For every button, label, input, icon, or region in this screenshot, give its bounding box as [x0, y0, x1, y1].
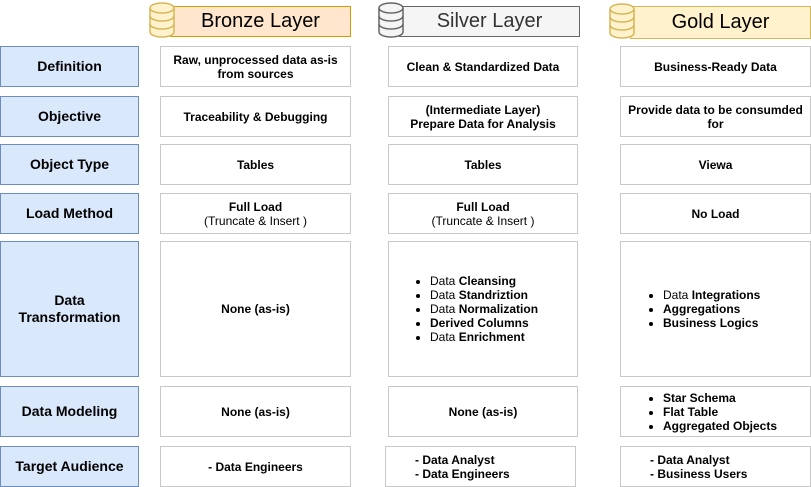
list-item: Data Cleansing: [430, 274, 538, 288]
bronze-layer-title: Bronze Layer: [201, 10, 320, 32]
list-item: Aggregations: [663, 302, 760, 316]
list-item: Star Schema: [663, 391, 777, 405]
gold-target-audience-cell: - Data Analyst - Business Users: [620, 446, 811, 487]
gold-layer-header: Gold Layer: [630, 6, 811, 39]
gold-object-type-cell: Viewa: [620, 144, 811, 185]
row-label-load-method: Load Method: [0, 193, 139, 234]
bronze-target-audience-cell: - Data Engineers: [160, 446, 351, 487]
silver-data-transformation-cell: Data Cleansing Data Standriztion Data No…: [388, 241, 578, 377]
bronze-load-method-cell: Full Load (Truncate & Insert ): [160, 193, 351, 234]
bronze-objective-cell: Traceability & Debugging: [160, 96, 351, 137]
gold-definition-cell: Business-Ready Data: [620, 46, 811, 87]
list-item: Data Enrichment: [430, 330, 538, 344]
gold-transformation-list: Data Integrations Aggregations Business …: [647, 288, 760, 330]
list-item: Aggregated Objects: [663, 419, 777, 433]
silver-load-method-cell: Full Load (Truncate & Insert ): [388, 193, 578, 234]
bronze-data-modeling-cell: None (as-is): [160, 386, 351, 437]
silver-layer-title: Silver Layer: [436, 10, 543, 32]
gold-layer-title: Gold Layer: [671, 11, 770, 33]
silver-data-modeling-cell: None (as-is): [388, 386, 578, 437]
list-item: Business Logics: [663, 316, 760, 330]
gold-data-transformation-cell: Data Integrations Aggregations Business …: [620, 241, 811, 377]
gold-objective-cell: Provide data to be consumded for: [620, 96, 811, 137]
bronze-data-transformation-cell: None (as-is): [160, 241, 351, 377]
gold-load-method-cell: No Load: [620, 193, 811, 234]
row-label-object-type: Object Type: [0, 144, 139, 185]
row-label-data-modeling: Data Modeling: [0, 386, 139, 437]
bronze-layer-header: Bronze Layer: [170, 6, 351, 37]
silver-transformation-list: Data Cleansing Data Standriztion Data No…: [414, 274, 538, 344]
row-label-target-audience: Target Audience: [0, 446, 139, 487]
silver-object-type-cell: Tables: [388, 144, 578, 185]
gold-database-icon: [609, 3, 635, 39]
list-item: Data Standriztion: [430, 288, 538, 302]
silver-target-audience-cell: - Data Analyst - Data Engineers: [385, 446, 576, 487]
row-label-objective: Objective: [0, 96, 139, 137]
gold-data-modeling-cell: Star Schema Flat Table Aggregated Object…: [620, 386, 811, 437]
row-label-data-transformation: Data Transformation: [0, 241, 139, 377]
bronze-database-icon: [149, 2, 175, 38]
list-item: Derived Columns: [430, 316, 538, 330]
gold-modeling-list: Star Schema Flat Table Aggregated Object…: [647, 391, 777, 433]
list-item: Data Normalization: [430, 302, 538, 316]
list-item: Data Integrations: [663, 288, 760, 302]
bronze-definition-cell: Raw, unprocessed data as-is from sources: [160, 46, 351, 87]
silver-objective-cell: (Intermediate Layer) Prepare Data for An…: [388, 96, 578, 137]
silver-layer-header: Silver Layer: [399, 6, 580, 37]
bronze-object-type-cell: Tables: [160, 144, 351, 185]
list-item: Flat Table: [663, 405, 777, 419]
silver-database-icon: [378, 2, 404, 38]
silver-definition-cell: Clean & Standardized Data: [388, 46, 578, 87]
row-label-definition: Definition: [0, 46, 139, 87]
